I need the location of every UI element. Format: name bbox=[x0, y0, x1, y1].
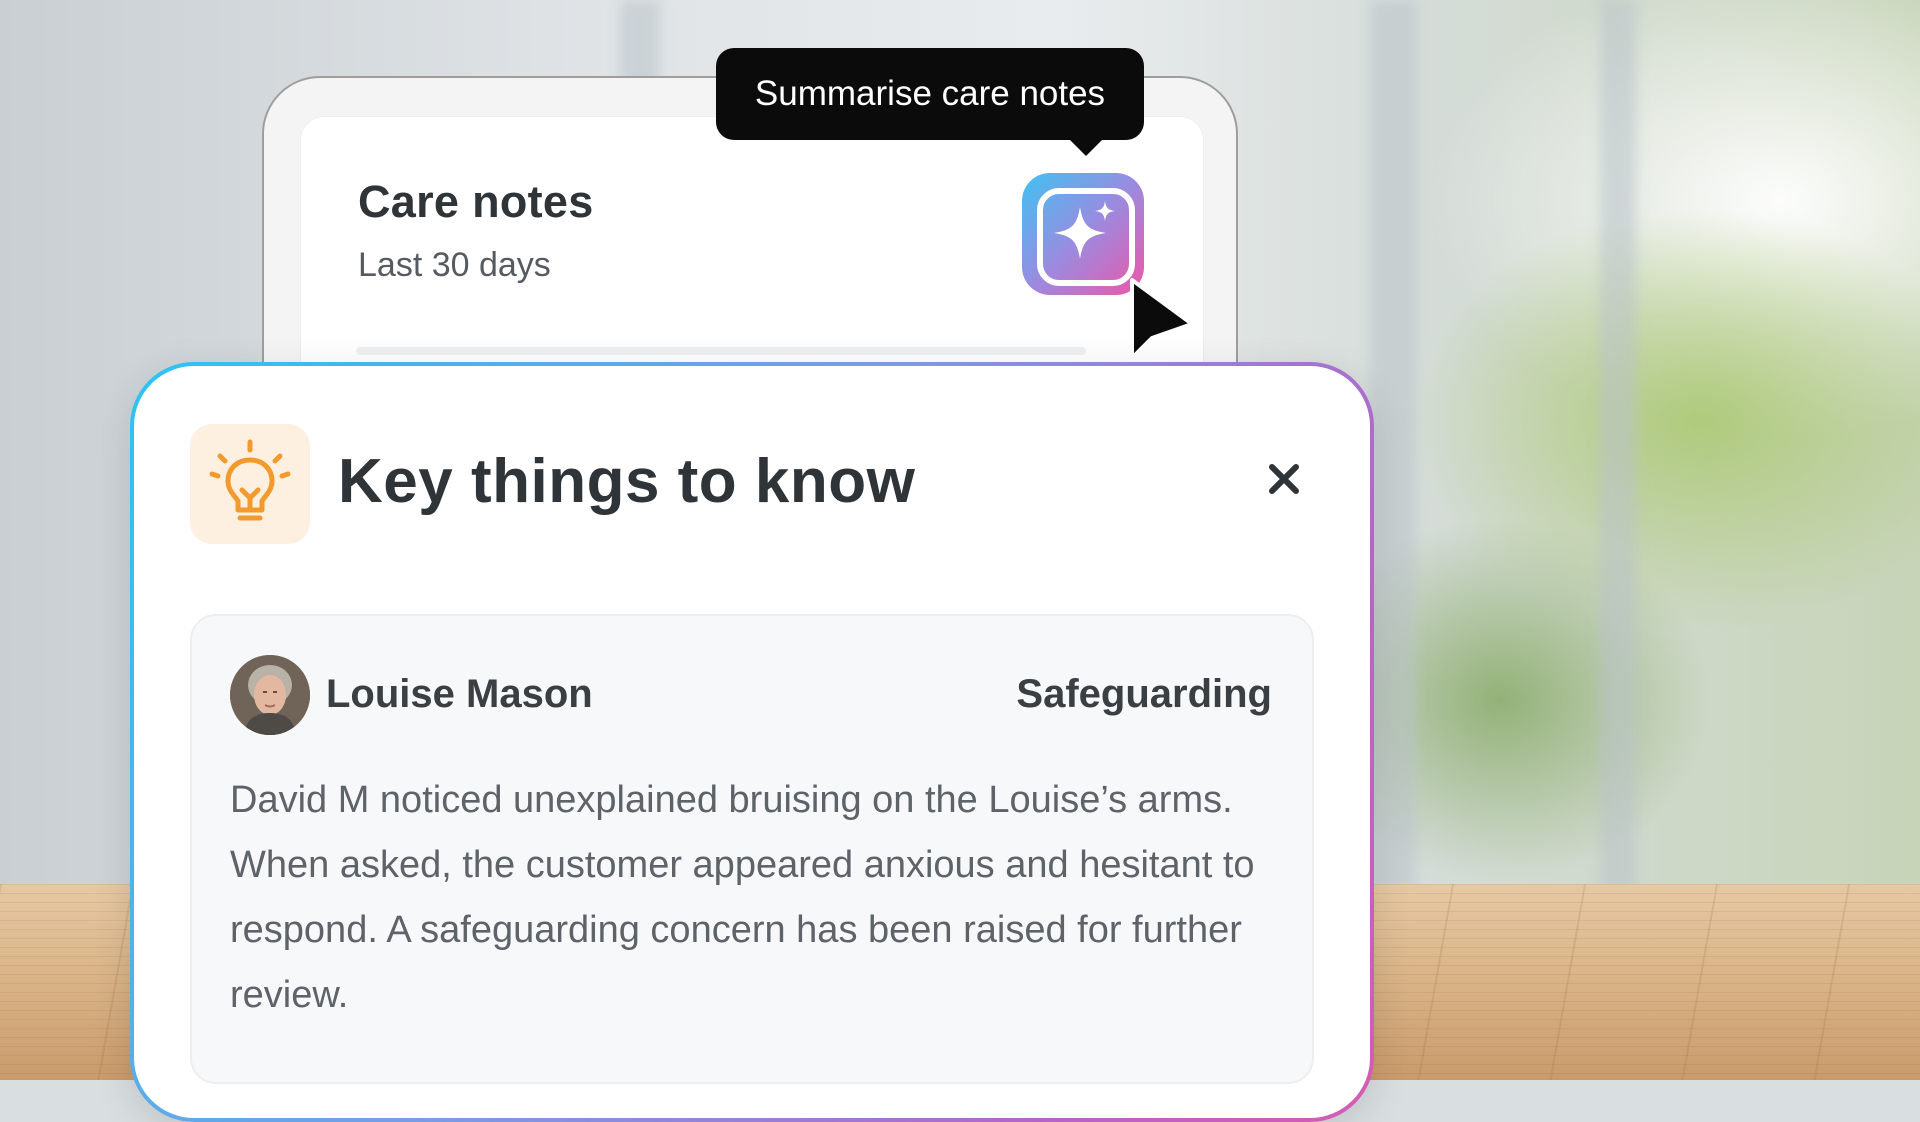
summarise-tooltip: Summarise care notes bbox=[716, 48, 1144, 140]
lightbulb-tile bbox=[190, 424, 310, 544]
close-icon bbox=[1269, 464, 1299, 494]
care-notes-divider bbox=[356, 347, 1086, 355]
note-text: David M noticed unexplained bruising on … bbox=[230, 779, 1255, 1016]
avatar bbox=[230, 655, 310, 735]
summarise-care-notes-button[interactable] bbox=[1022, 173, 1144, 295]
panel-title: Key things to know bbox=[338, 447, 916, 516]
close-button[interactable] bbox=[1262, 457, 1306, 501]
mouse-cursor-icon bbox=[1130, 278, 1194, 360]
tooltip-pointer bbox=[1068, 138, 1104, 156]
person-name: Louise Mason bbox=[326, 672, 593, 716]
window-frame-blur bbox=[1370, 0, 1416, 890]
window-frame-blur bbox=[1600, 0, 1636, 890]
sparkle-icon bbox=[1054, 201, 1115, 259]
care-notes-title: Care notes bbox=[358, 176, 594, 227]
care-notes-subtitle: Last 30 days bbox=[358, 246, 551, 284]
lightbulb-icon bbox=[209, 439, 291, 521]
category-label: Safeguarding bbox=[1016, 672, 1272, 716]
person-portrait bbox=[230, 655, 310, 735]
